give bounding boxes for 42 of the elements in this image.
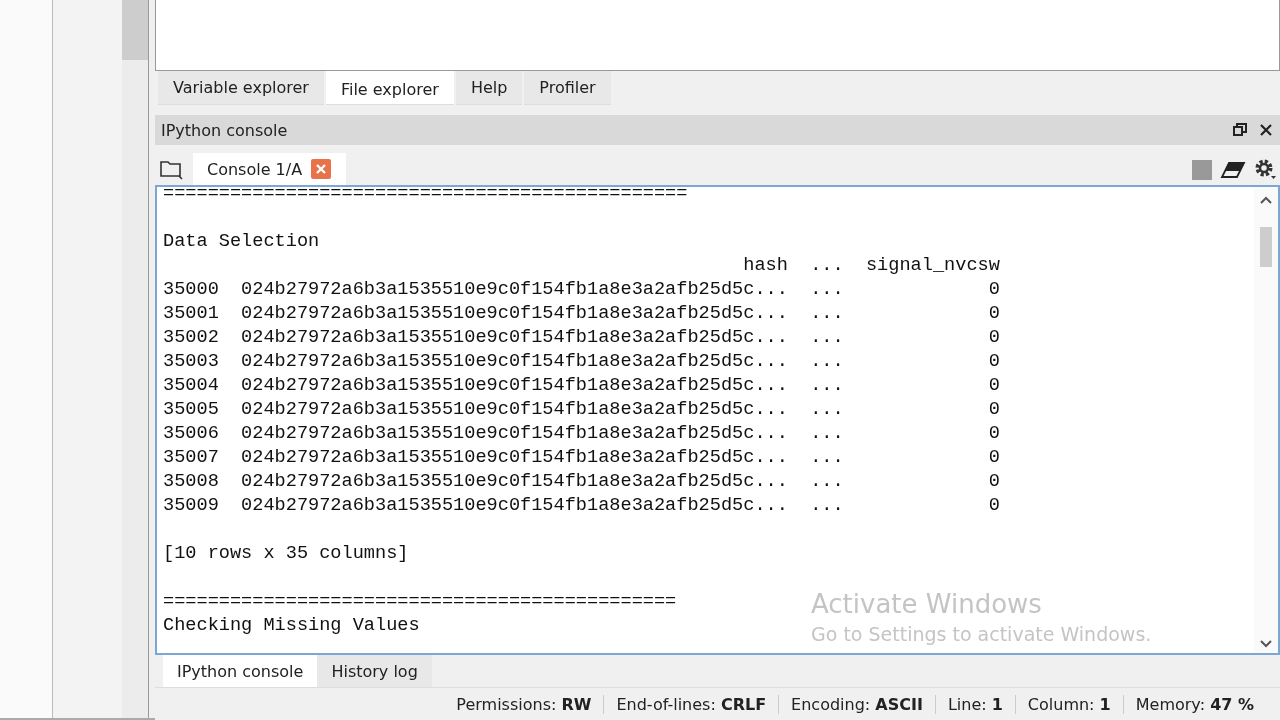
tab-label[interactable]: Console 1/A <box>207 159 303 179</box>
folder-icon[interactable] <box>159 158 185 180</box>
console-line: 35005 024b27972a6b3a1535510e9c0f154fb1a8e3a2afb25d5c... ... 0 <box>163 398 1000 422</box>
eraser-icon[interactable] <box>1220 160 1246 180</box>
console-line: 35006 024b27972a6b3a1535510e9c0f154fb1a8e3a2afb25d5c... ... 0 <box>163 422 1000 446</box>
console-line: 35000 024b27972a6b3a1535510e9c0f154fb1a8e3a2afb25d5c... ... 0 <box>163 278 1000 302</box>
tab[interactable]: History log <box>317 655 432 687</box>
console-tab[interactable]: Console 1/A <box>193 153 347 185</box>
tab[interactable]: Variable explorer <box>158 71 324 105</box>
status-item: Column: 1 <box>1014 694 1123 714</box>
activation-notice-text: Go to Settings to activate Windows. <box>811 623 1152 646</box>
undock-icon[interactable] <box>1232 122 1248 138</box>
scroll-up-icon[interactable] <box>1259 195 1273 205</box>
settings-icon[interactable] <box>1254 158 1276 180</box>
scroll-down-icon[interactable] <box>1259 639 1273 649</box>
close-icon[interactable] <box>1258 122 1274 138</box>
console-line: 35004 024b27972a6b3a1535510e9c0f154fb1a8e3a2afb25d5c... ... 0 <box>163 374 1000 398</box>
status-item: Line: 1 <box>934 694 1015 714</box>
console-line: 35002 024b27972a6b3a1535510e9c0f154fb1a8e3a2afb25d5c... ... 0 <box>163 326 1000 350</box>
pane-title: IPython console <box>161 120 289 140</box>
console-line: Checking Missing Values <box>163 614 420 638</box>
console-line: 35008 024b27972a6b3a1535510e9c0f154fb1a8e3a2afb25d5c... ... 0 <box>163 470 1000 494</box>
console-line: 35009 024b27972a6b3a1535510e9c0f154fb1a8e3a2afb25d5c... ... 0 <box>163 494 1000 518</box>
status-item: Permissions: RW <box>455 694 593 714</box>
status-item: Memory: 47 % <box>1122 694 1266 714</box>
tab[interactable]: Profiler <box>524 71 611 105</box>
scrollbar-thumb[interactable] <box>1260 227 1272 267</box>
console-line: 35007 024b27972a6b3a1535510e9c0f154fb1a8e3a2afb25d5c... ... 0 <box>163 446 1000 470</box>
console-line: 35003 024b27972a6b3a1535510e9c0f154fb1a8e3a2afb25d5c... ... 0 <box>163 350 1000 374</box>
status-item: End-of-lines: CRLF <box>603 694 779 714</box>
console-line: hash ... signal_nvcsw <box>742 254 1000 278</box>
console-line: Data Selection <box>163 230 320 254</box>
console-line: [10 rows x 35 columns] <box>163 542 409 566</box>
status-item: Encoding: ASCII <box>778 694 935 714</box>
console-line: =============================================== <box>163 187 688 206</box>
scrollbar-thumb[interactable] <box>122 0 148 60</box>
console-line: 35001 024b27972a6b3a1535510e9c0f154fb1a8e3a2afb25d5c... ... 0 <box>163 302 1000 326</box>
tab[interactable]: IPython console <box>163 655 318 687</box>
tab[interactable]: Help <box>455 71 523 105</box>
console-line: ============================================== <box>163 590 677 614</box>
activation-notice-title: Activate Windows <box>811 589 1043 619</box>
tab[interactable]: File explorer <box>325 71 454 105</box>
